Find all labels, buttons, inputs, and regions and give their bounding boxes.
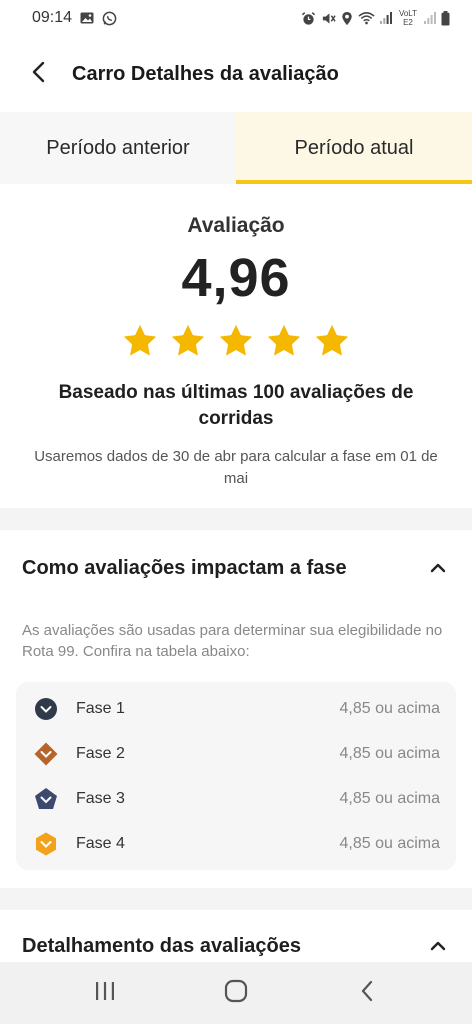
phase-4-badge-icon — [34, 832, 58, 856]
back-icon — [360, 980, 374, 1007]
phase-row: Fase 4 4,85 ou acima — [16, 821, 456, 866]
period-tabs: Período anterior Período atual — [0, 112, 472, 184]
star-icon — [171, 324, 205, 356]
recent-apps-icon — [94, 981, 116, 1006]
impact-section-header[interactable]: Como avaliações impactam a fase — [0, 530, 472, 606]
home-button[interactable] — [206, 971, 266, 1015]
mute-icon — [321, 11, 336, 26]
phase-requirement: 4,85 ou acima — [339, 699, 440, 717]
app-header: Carro Detalhes da avaliação — [0, 36, 472, 112]
breakdown-section: Detalhamento das avaliações — [0, 910, 472, 962]
phase-row: Fase 3 4,85 ou acima — [16, 776, 456, 821]
chevron-up-icon[interactable] — [426, 556, 450, 580]
data-date-note: Usaremos dados de 30 de abr para calcula… — [34, 448, 438, 487]
signal-icon — [380, 12, 392, 24]
phase-1-badge-icon — [34, 697, 58, 721]
wifi-icon — [358, 11, 375, 25]
phase-name: Fase 3 — [76, 789, 125, 807]
signal-icon — [424, 12, 436, 24]
volte-icon: VoLTE2 — [398, 9, 418, 27]
phase-name: Fase 1 — [76, 699, 125, 717]
battery-icon — [441, 10, 450, 26]
phase-requirement: 4,85 ou acima — [339, 834, 440, 852]
rating-label: Avaliação — [187, 214, 285, 237]
breakdown-section-title: Detalhamento das avaliações — [22, 935, 302, 957]
status-bar: 09:14 VoLTE2 — [0, 0, 472, 36]
phase-2-badge-icon — [34, 742, 58, 766]
system-back-button[interactable] — [337, 971, 397, 1015]
rating-summary: Avaliação 4,96 Baseado nas últimas 100 a… — [0, 184, 472, 506]
impact-section: Como avaliações impactam a fase As avali… — [0, 530, 472, 888]
alarm-icon — [301, 11, 316, 26]
phase-row: Fase 1 4,85 ou acima — [16, 686, 456, 731]
back-button[interactable] — [14, 50, 62, 98]
section-divider — [0, 888, 472, 910]
star-icon — [267, 324, 301, 356]
chevron-left-icon — [31, 61, 45, 88]
system-nav-bar — [0, 962, 472, 1024]
star-icon — [123, 324, 157, 356]
tab-current-period[interactable]: Período atual — [236, 112, 472, 184]
phase-requirement: 4,85 ou acima — [339, 789, 440, 807]
status-time: 09:14 — [32, 9, 73, 26]
star-icon — [219, 324, 253, 356]
phase-requirement: 4,85 ou acima — [339, 744, 440, 762]
phase-table: Fase 1 4,85 ou acima Fase 2 4,85 ou acim… — [16, 682, 456, 870]
location-icon — [341, 11, 353, 26]
impact-section-title: Como avaliações impactam a fase — [22, 556, 347, 579]
home-icon — [224, 979, 248, 1008]
phase-row: Fase 2 4,85 ou acima — [16, 731, 456, 776]
impact-description: As avaliações são usadas para determinar… — [22, 622, 443, 660]
chevron-up-icon[interactable] — [426, 934, 450, 958]
recent-apps-button[interactable] — [75, 971, 135, 1015]
phase-3-badge-icon — [34, 787, 58, 811]
star-icon — [315, 324, 349, 356]
breakdown-section-header[interactable]: Detalhamento das avaliações — [0, 910, 472, 962]
rating-value: 4,96 — [181, 248, 291, 308]
whatsapp-icon — [102, 11, 117, 26]
image-icon — [80, 12, 94, 24]
section-divider — [0, 508, 472, 530]
phase-name: Fase 2 — [76, 744, 125, 762]
rating-basis-text: Baseado nas últimas 100 avaliações de co… — [58, 382, 414, 429]
page-title: Carro Detalhes da avaliação — [72, 62, 339, 85]
phase-name: Fase 4 — [76, 834, 125, 852]
star-rating — [0, 322, 472, 360]
tab-previous-period[interactable]: Período anterior — [0, 112, 236, 184]
